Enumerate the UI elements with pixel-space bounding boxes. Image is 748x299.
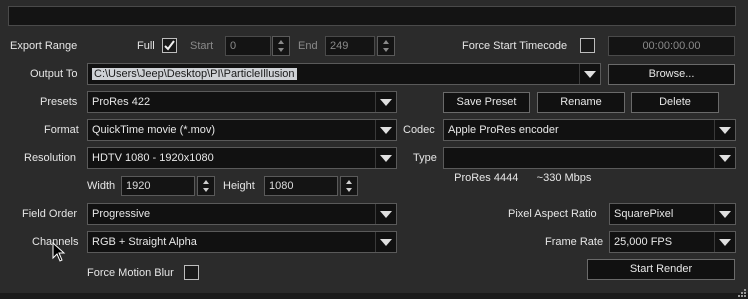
output-path-text: C:\Users\Jeep\Desktop\PI\ParticleIllusio…: [92, 68, 297, 80]
spin-down-icon: [203, 188, 209, 192]
field-order-value: Progressive: [92, 208, 151, 220]
spin-up-icon: [346, 180, 352, 184]
spin-up-icon: [278, 40, 284, 44]
start-label: Start: [190, 40, 214, 52]
checkmark-icon: [164, 40, 175, 51]
export-range-label: Export Range: [10, 40, 78, 52]
end-input[interactable]: 249: [325, 36, 375, 56]
codec-value: Apple ProRes encoder: [448, 124, 559, 136]
rename-button[interactable]: Rename: [537, 92, 625, 113]
resize-grip-icon[interactable]: [737, 288, 746, 297]
frame-rate-select[interactable]: 25,000 FPS: [609, 231, 736, 253]
height-label: Height: [223, 180, 255, 192]
height-spinner[interactable]: [340, 176, 358, 196]
chevron-down-icon: [375, 232, 396, 252]
field-order-select[interactable]: Progressive: [87, 203, 397, 225]
chevron-down-icon: [375, 148, 396, 168]
force-start-timecode-checkbox[interactable]: [580, 38, 595, 53]
pixel-aspect-label: Pixel Aspect Ratio: [508, 208, 597, 220]
end-label: End: [298, 40, 318, 52]
type-label: Type: [413, 152, 437, 164]
width-spinner[interactable]: [197, 176, 215, 196]
field-order-label: Field Order: [22, 208, 78, 220]
resolution-value: HDTV 1080 - 1920x1080: [92, 152, 214, 164]
presets-value: ProRes 422: [92, 96, 151, 108]
delete-button[interactable]: Delete: [631, 92, 719, 113]
width-input[interactable]: 1920: [121, 176, 195, 196]
start-spinner[interactable]: [272, 36, 290, 56]
force-start-timecode-label: Force Start Timecode: [462, 40, 568, 52]
browse-button[interactable]: Browse...: [608, 64, 735, 85]
chevron-down-icon: [714, 204, 735, 224]
width-label: Width: [87, 180, 116, 192]
bottom-edge: [0, 293, 748, 299]
format-value: QuickTime movie (*.mov): [92, 124, 216, 136]
pixel-aspect-select[interactable]: SquarePixel: [609, 203, 736, 225]
chevron-down-icon: [714, 148, 735, 168]
codec-select[interactable]: Apple ProRes encoder: [443, 119, 736, 141]
presets-select[interactable]: ProRes 422: [87, 91, 397, 113]
chevron-down-icon: [375, 92, 396, 112]
resolution-label: Resolution: [24, 152, 76, 164]
spin-up-icon: [383, 40, 389, 44]
save-preset-button[interactable]: Save Preset: [443, 92, 530, 113]
spin-up-icon: [203, 180, 209, 184]
presets-label: Presets: [40, 96, 78, 108]
chevron-down-icon: [714, 232, 735, 252]
frame-rate-label: Frame Rate: [545, 236, 604, 248]
resolution-select[interactable]: HDTV 1080 - 1920x1080: [87, 147, 397, 169]
pixel-aspect-value: SquarePixel: [614, 208, 674, 220]
force-motion-blur-label: Force Motion Blur: [87, 267, 174, 279]
start-input[interactable]: 0: [225, 36, 271, 56]
start-render-button[interactable]: Start Render: [587, 259, 735, 280]
format-label: Format: [44, 124, 79, 136]
chevron-down-icon: [375, 120, 396, 140]
height-input[interactable]: 1080: [264, 176, 338, 196]
chevron-down-icon: [579, 64, 600, 84]
format-select[interactable]: QuickTime movie (*.mov): [87, 119, 397, 141]
force-motion-blur-checkbox[interactable]: [184, 265, 199, 280]
mouse-cursor-icon: [52, 242, 66, 262]
spin-down-icon: [383, 48, 389, 52]
channels-value: RGB + Straight Alpha: [92, 236, 197, 248]
chevron-down-icon: [714, 120, 735, 140]
timecode-input[interactable]: 00:00:00.00: [608, 36, 735, 56]
type-select[interactable]: ProRes 4444 ~330 Mbps: [443, 147, 736, 184]
type-value: ProRes 4444 ~330 Mbps: [454, 172, 592, 184]
chevron-down-icon: [375, 204, 396, 224]
full-checkbox[interactable]: [162, 38, 177, 53]
output-path-combobox[interactable]: C:\Users\Jeep\Desktop\PI\ParticleIllusio…: [87, 63, 601, 85]
end-spinner[interactable]: [377, 36, 395, 56]
frame-rate-value: 25,000 FPS: [614, 236, 673, 248]
title-bar: [8, 6, 736, 26]
output-to-label: Output To: [30, 68, 78, 80]
spin-down-icon: [278, 48, 284, 52]
channels-select[interactable]: RGB + Straight Alpha: [87, 231, 397, 253]
full-label: Full: [137, 40, 155, 52]
codec-label: Codec: [403, 124, 435, 136]
spin-down-icon: [346, 188, 352, 192]
